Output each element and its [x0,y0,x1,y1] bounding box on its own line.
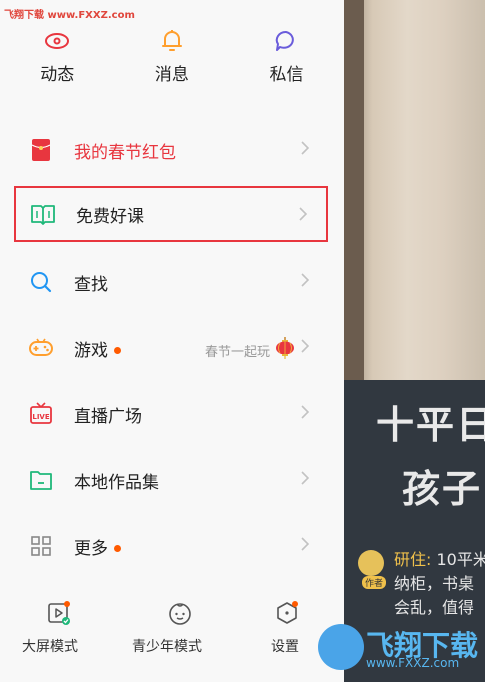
eye-icon [0,28,115,54]
menu-label-red-packet: 我的春节红包 [74,142,176,163]
author-comment: 研住: 10平米 纳柜，书桌 会乱，值得 [394,548,485,620]
menu-label-live: 直播广场 [74,406,142,427]
comment-author: 研住: [394,550,432,569]
game-label-text: 游戏 [74,340,108,361]
svg-text:LIVE: LIVE [32,413,49,421]
menu-label-search: 查找 [74,274,108,295]
chevron-right-icon [300,536,310,556]
menu-item-search[interactable]: 查找 [14,254,328,310]
big-screen-mode-button[interactable]: 大屏模式 [22,600,78,656]
menu-item-local-works[interactable]: 本地作品集 [14,452,328,508]
side-drawer: 飞翔下载 www.FXXZ.com 动态 消息 私信 我的春节红包 免费好课 查… [0,0,344,682]
video-caption-line2: 孩子 [402,466,483,511]
lantern-icon [274,337,296,363]
bell-icon [115,28,230,54]
search-icon [28,269,54,295]
video-frame-edge [344,0,364,380]
menu-item-red-packet[interactable]: 我的春节红包 [14,122,328,178]
book-icon [30,201,56,227]
menu-item-live[interactable]: LIVE 直播广场 [14,386,328,442]
big-screen-icon [40,600,78,630]
comment-line3: 会乱，值得 [394,598,475,617]
menu-item-free-course[interactable]: 免费好课 [14,186,328,242]
red-packet-icon [28,137,54,163]
teen-mode-button[interactable]: 青少年模式 [132,600,202,656]
top-nav: 动态 消息 私信 [0,28,344,85]
teen-mode-label: 青少年模式 [132,639,202,655]
folder-icon [28,467,54,493]
game-hint-text: 春节一起玩 [204,344,270,360]
game-hint: 春节一起玩 [205,337,296,363]
author-avatar [358,550,384,576]
nav-messages-label: 消息 [154,65,189,85]
child-face-icon [158,600,202,630]
new-dot [114,347,121,354]
comment-line1: 10平米 [431,550,485,569]
video-preview [344,0,485,380]
chevron-right-icon [300,140,310,160]
grid-icon [28,533,54,559]
chevron-right-icon [300,338,310,358]
nav-dynamic-label: 动态 [40,65,75,85]
nav-dynamic[interactable]: 动态 [0,28,115,85]
bottom-bar: 大屏模式 青少年模式 设置 [0,600,344,662]
menu-label-free-course: 免费好课 [76,206,144,227]
chat-icon [229,28,344,54]
menu-label-local-works: 本地作品集 [74,472,159,493]
chevron-right-icon [300,272,310,292]
site-logo: 飞翔下载 www.FXXZ.com [318,622,485,682]
chevron-right-icon [300,404,310,424]
comment-line2: 纳柜，书桌 [394,574,475,593]
author-badge: 作者 [362,576,387,589]
nav-messages[interactable]: 消息 [115,28,230,85]
nav-private-message-label: 私信 [269,65,304,85]
settings-hexagon-icon [274,600,300,630]
video-caption-line1: 十平日 [376,402,485,447]
menu-item-game[interactable]: 游戏 春节一起玩 [14,320,328,376]
settings-label: 设置 [271,639,299,655]
chevron-right-icon [298,206,308,226]
logo-url: www.FXXZ.com [366,656,460,670]
gamepad-icon [28,335,54,361]
more-label-text: 更多 [74,538,108,559]
watermark: 飞翔下载 www.FXXZ.com [4,10,135,21]
nav-private-message[interactable]: 私信 [229,28,344,85]
menu-label-more: 更多 [74,534,121,559]
logo-mark-icon [318,624,364,670]
live-tv-icon: LIVE [28,401,54,427]
chevron-right-icon [300,470,310,490]
new-dot [114,545,121,552]
menu-item-more[interactable]: 更多 [14,518,328,574]
settings-button[interactable]: 设置 [270,600,300,656]
menu-label-game: 游戏 [74,336,121,361]
big-screen-mode-label: 大屏模式 [22,639,78,655]
